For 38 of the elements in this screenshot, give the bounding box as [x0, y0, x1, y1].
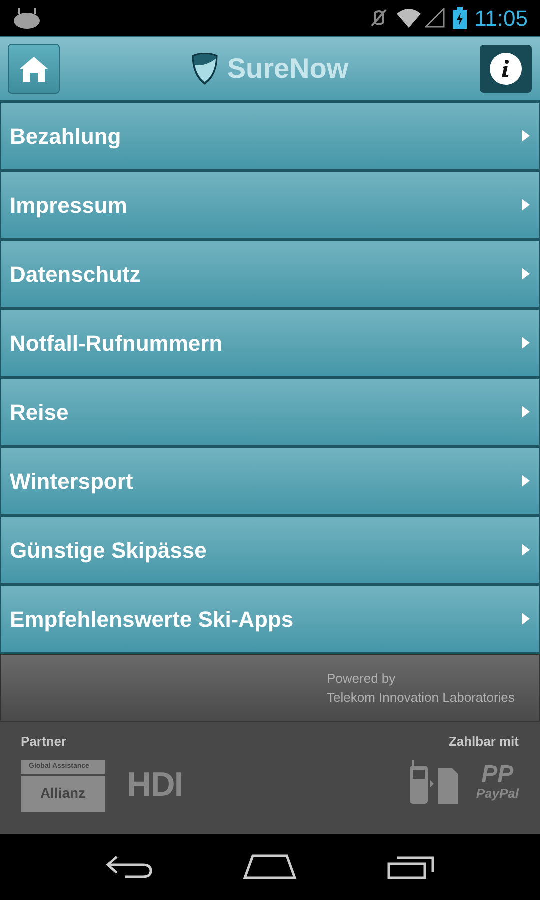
- battery-icon: [452, 7, 467, 29]
- payment-label: Zahlbar mit: [448, 733, 519, 751]
- home-button[interactable]: [8, 44, 60, 94]
- chevron-right-icon: [522, 406, 530, 418]
- hdi-logo: HDI: [127, 765, 184, 806]
- android-icon: [12, 7, 42, 29]
- menu-item[interactable]: Bezahlung: [0, 102, 540, 171]
- menu-item[interactable]: Günstige Skipässe: [0, 516, 540, 585]
- signal-icon: [424, 8, 445, 28]
- powered-by-company: Telekom Innovation Laboratories: [327, 689, 516, 707]
- chevron-right-icon: [522, 544, 530, 556]
- powered-by-text: Powered by: [327, 670, 397, 688]
- wifi-icon: [396, 8, 421, 28]
- shield-icon: [191, 52, 220, 84]
- home-nav-icon[interactable]: [243, 854, 297, 880]
- app-title: SureNow: [227, 52, 349, 86]
- info-icon: [490, 52, 522, 84]
- chevron-right-icon: [522, 337, 530, 349]
- chevron-right-icon: [522, 475, 530, 487]
- recent-apps-icon[interactable]: [387, 854, 435, 880]
- chevron-right-icon: [522, 613, 530, 625]
- menu-item[interactable]: Empfehlenswerte Ski-Apps: [0, 585, 540, 654]
- menu-item[interactable]: Notfall-Rufnummern: [0, 309, 540, 378]
- menu-item[interactable]: Datenschutz: [0, 240, 540, 309]
- chevron-right-icon: [522, 268, 530, 280]
- home-icon: [18, 54, 50, 82]
- mute-icon: [368, 8, 389, 28]
- paypal-logo: PP PayPal: [476, 763, 519, 800]
- chevron-right-icon: [522, 130, 530, 142]
- chevron-right-icon: [522, 199, 530, 211]
- status-time: 11:05: [474, 4, 528, 32]
- partner-label: Partner: [21, 733, 68, 751]
- phone-bill-icon: [408, 760, 458, 804]
- menu-item[interactable]: Wintersport: [0, 447, 540, 516]
- menu-item[interactable]: Reise: [0, 378, 540, 447]
- menu-item[interactable]: Impressum: [0, 171, 540, 240]
- back-icon[interactable]: [105, 855, 153, 879]
- info-button[interactable]: [480, 44, 532, 92]
